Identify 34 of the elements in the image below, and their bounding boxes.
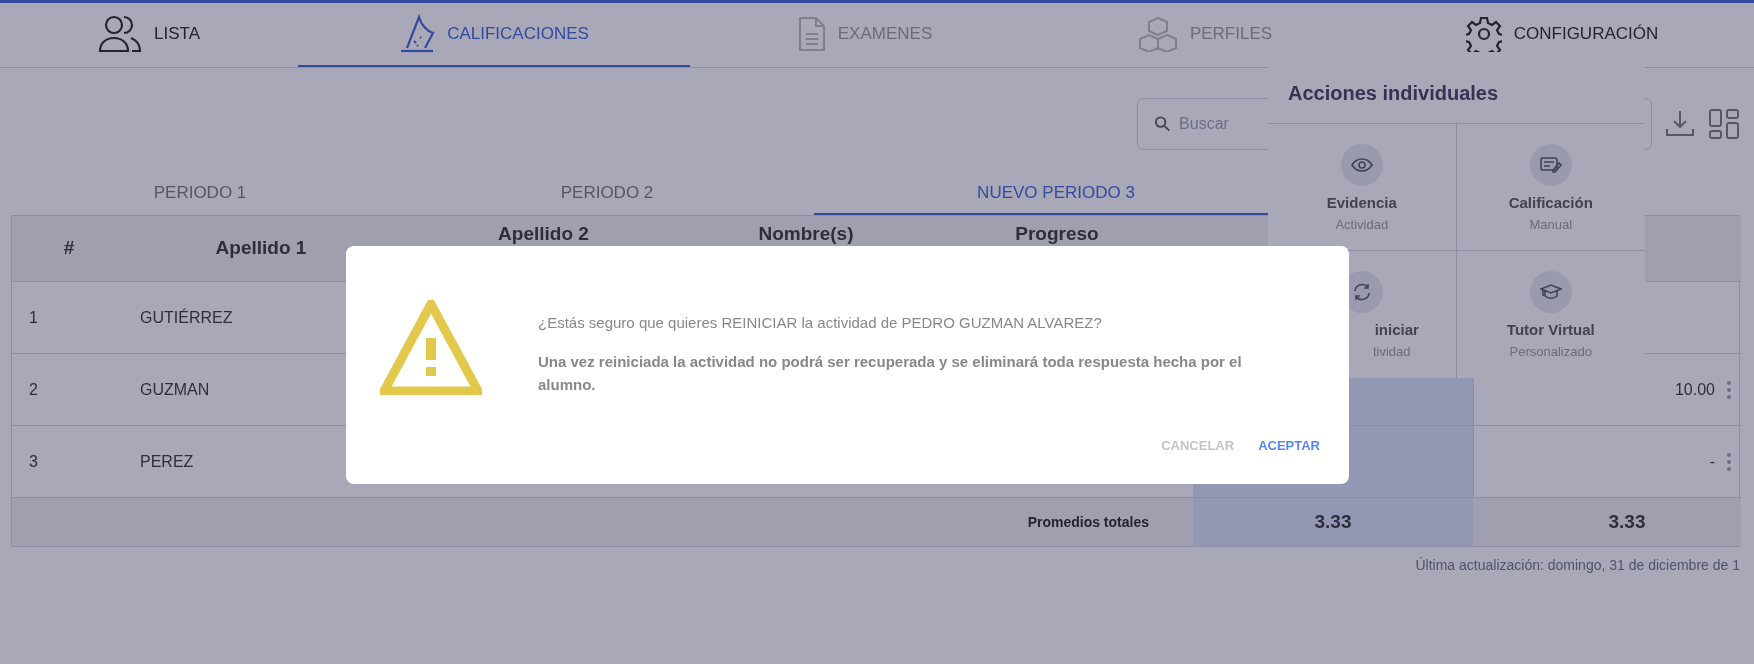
nav-tab[interactable]: CONFIGURACIÓN — [1370, 3, 1754, 67]
menu-action[interactable]: Calificación Manual — [1456, 124, 1645, 251]
menu-title: Acciones individuales — [1288, 80, 1499, 106]
table-cell-value: 10.00 — [1674, 379, 1715, 400]
cubes-icon — [1137, 16, 1178, 52]
cancel-button[interactable]: CANCELAR — [1157, 432, 1239, 460]
nav-tab[interactable]: LISTA — [0, 3, 298, 67]
dialog-warning: Una vez reiniciada la actividad no podrá ser recuperada y se eliminará toda respuesta hecha por el alumno. — [538, 352, 1243, 395]
table-cell: 3.33 — [1193, 498, 1473, 546]
graduation-cap-icon — [1529, 271, 1572, 313]
period-tab[interactable]: PERIODO 1 — [0, 173, 400, 215]
document-icon — [797, 16, 826, 52]
totals-label: Promedios totales — [1027, 512, 1149, 532]
column-header: # — [12, 216, 126, 282]
table-cell: 2 — [12, 354, 126, 426]
menu-action[interactable]: Tutor Virtual Personalizado — [1456, 251, 1645, 378]
search-icon — [1154, 115, 1172, 133]
nav-tab[interactable]: CALIFICACIONES — [298, 3, 690, 67]
eye-icon — [1340, 144, 1383, 186]
warning-icon — [380, 300, 482, 395]
accept-button[interactable]: ACEPTAR — [1254, 432, 1324, 460]
grid-view-icon[interactable] — [1708, 108, 1740, 140]
more-options-icon[interactable] — [1727, 452, 1731, 471]
edit-note-icon — [1529, 144, 1572, 186]
table-cell: 1 — [12, 282, 126, 354]
table-cell-value: - — [1709, 451, 1715, 472]
more-options-icon[interactable] — [1727, 380, 1731, 399]
table-cell: 3.33 — [1473, 498, 1741, 546]
dialog-question: ¿Estás seguro que quieres REINICIAR la actividad de PEDRO GUZMAN ALVAREZ? — [538, 313, 1102, 333]
period-tab[interactable]: PERIODO 2 — [400, 173, 814, 215]
wizard-hat-icon — [399, 14, 436, 54]
people-icon — [98, 14, 142, 54]
last-update-text: Última actualización: domingo, 31 de diciembre de 1 — [1415, 556, 1740, 575]
gear-icon — [1465, 16, 1502, 52]
